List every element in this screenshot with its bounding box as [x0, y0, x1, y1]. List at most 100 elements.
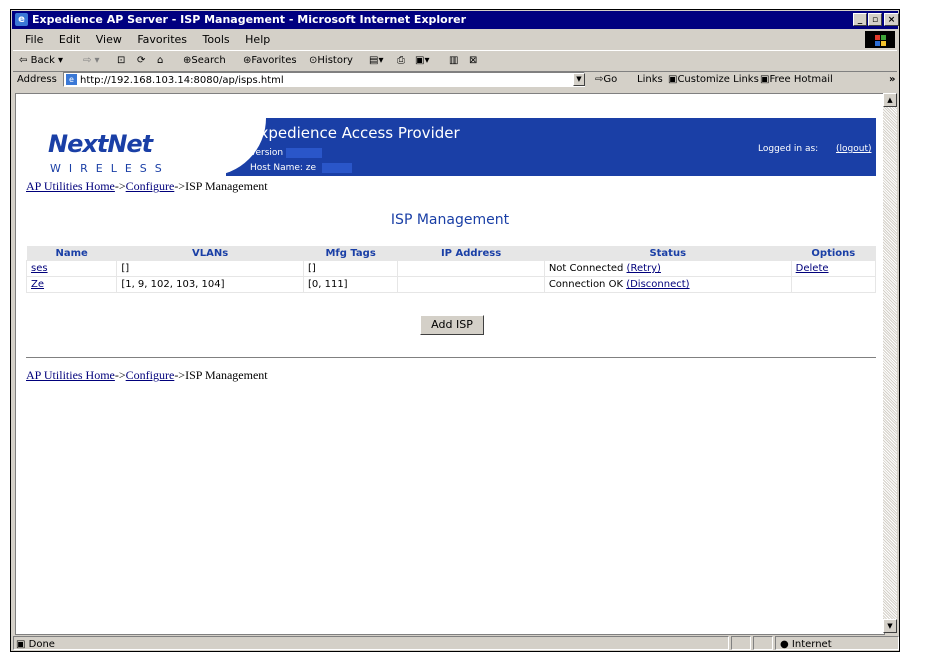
cell-vlans: [1, 9, 102, 103, 104]: [116, 276, 304, 293]
chevron-right-icon[interactable]: »: [889, 71, 895, 89]
discuss-icon[interactable]: ▥: [449, 51, 458, 71]
logo: NextNet WIRELESS: [26, 118, 226, 176]
menu-bar: File Edit View Favorites Tools Help: [13, 31, 897, 48]
links-label[interactable]: Links: [637, 71, 663, 89]
header-options: Options: [791, 246, 876, 261]
search-button[interactable]: ⊕Search: [183, 51, 226, 71]
status-panel: [731, 636, 751, 650]
breadcrumb-current: ->ISP Management: [174, 368, 268, 382]
status-text: Not Connected: [548, 263, 624, 274]
isp-name-link[interactable]: ses: [31, 263, 48, 274]
breadcrumb-configure-link[interactable]: Configure: [126, 179, 175, 193]
add-isp-button[interactable]: Add ISP: [420, 315, 484, 335]
go-label: Go: [603, 74, 618, 85]
version-value: [286, 148, 322, 158]
menu-tools[interactable]: Tools: [203, 33, 230, 46]
version-label: Version: [250, 148, 284, 158]
toolbar: ⇦ Back ▾ ⇨ ▾ ⊡ ⟳ ⌂ ⊕Search ⊛Favorites ⊙H…: [13, 50, 897, 72]
breadcrumb-home-link[interactable]: AP Utilities Home: [26, 179, 115, 193]
menu-view[interactable]: View: [96, 33, 122, 46]
divider: [26, 357, 876, 359]
refresh-icon[interactable]: ⟳: [137, 51, 145, 71]
address-bar: Address e http://192.168.103.14:8080/ap/…: [13, 71, 897, 89]
status-panel: [753, 636, 773, 650]
messenger-icon[interactable]: ⊠: [469, 51, 477, 71]
go-button[interactable]: ⇨Go: [595, 71, 617, 89]
edit-icon[interactable]: ▣▾: [415, 51, 429, 71]
cell-status: Connection OK (Disconnect): [543, 276, 792, 293]
minimize-button[interactable]: _: [853, 13, 867, 26]
search-label: Search: [191, 55, 226, 66]
banner: NextNet WIRELESS Expedience Access Provi…: [26, 118, 876, 176]
header-mfg-tags: Mfg Tags: [303, 246, 398, 261]
logo-sub: WIRELESS: [50, 162, 170, 175]
header-vlans: VLANs: [116, 246, 304, 261]
breadcrumb-current: ->ISP Management: [174, 179, 268, 193]
print-icon[interactable]: ⎙: [397, 51, 405, 71]
status-zone: ● Internet: [775, 636, 899, 650]
mail-icon[interactable]: ▤▾: [369, 51, 383, 71]
link-hotmail-label: Free Hotmail: [769, 74, 833, 85]
isp-name-link[interactable]: Ze: [31, 279, 44, 290]
scroll-down-icon[interactable]: ▼: [883, 619, 897, 633]
favorites-button[interactable]: ⊛Favorites: [243, 51, 297, 71]
title-bar: e Expedience AP Server - ISP Management …: [12, 11, 899, 29]
maximize-button[interactable]: ▫: [868, 13, 882, 26]
zone-label: Internet: [791, 639, 832, 650]
scroll-up-icon[interactable]: ▲: [883, 93, 897, 107]
cell-vlans: []: [116, 260, 304, 277]
breadcrumb: AP Utilities Home->Configure->ISP Manage…: [26, 179, 268, 194]
stop-icon[interactable]: ⊡: [117, 51, 125, 71]
browser-window: e Expedience AP Server - ISP Management …: [10, 9, 900, 652]
host-name: Host Name: ze: [250, 163, 317, 173]
history-button[interactable]: ⊙History: [309, 51, 353, 71]
address-input[interactable]: e http://192.168.103.14:8080/ap/isps.htm…: [63, 72, 585, 87]
page-icon: ▣: [16, 639, 26, 650]
status-panel-main: ▣ Done: [13, 636, 729, 650]
isp-table: Name VLANs Mfg Tags IP Address Status Op…: [25, 246, 877, 293]
address-label: Address: [17, 74, 57, 85]
disconnect-link[interactable]: (Disconnect): [626, 279, 689, 290]
window-title: Expedience AP Server - ISP Management - …: [32, 13, 467, 26]
close-button[interactable]: ×: [884, 13, 899, 26]
address-dropdown-icon[interactable]: ▼: [573, 73, 585, 86]
header-name: Name: [26, 246, 117, 261]
logged-in-label: Logged in as:: [758, 144, 819, 154]
cell-name: ses: [25, 260, 118, 277]
breadcrumb-home-link[interactable]: AP Utilities Home: [26, 368, 115, 382]
status-text: Connection OK: [548, 279, 624, 290]
header-status: Status: [544, 246, 792, 261]
cell-status: Not Connected (Retry): [543, 260, 792, 277]
back-button[interactable]: ⇦ Back ▾: [19, 51, 63, 71]
page-icon: e: [66, 74, 77, 85]
status-text: Done: [28, 639, 55, 650]
table-row: Ze [1, 9, 102, 103, 104] [0, 111] Connec…: [25, 276, 877, 293]
forward-button[interactable]: ⇨ ▾: [83, 51, 100, 71]
menu-help[interactable]: Help: [245, 33, 270, 46]
cell-name: Ze: [25, 276, 118, 293]
vertical-scrollbar[interactable]: ▲ ▼: [883, 93, 897, 633]
link-customize[interactable]: ▣Customize Links: [668, 71, 759, 89]
back-arrow-icon: ⇦: [19, 55, 28, 66]
menu-file[interactable]: File: [25, 33, 43, 46]
table-header-row: Name VLANs Mfg Tags IP Address Status Op…: [26, 246, 876, 261]
menu-favorites[interactable]: Favorites: [137, 33, 187, 46]
cell-ip-address: [397, 276, 545, 293]
cell-mfg-tags: [0, 111]: [302, 276, 399, 293]
address-url: http://192.168.103.14:8080/ap/isps.html: [80, 75, 284, 86]
favorites-label: Favorites: [251, 55, 297, 66]
menu-edit[interactable]: Edit: [59, 33, 80, 46]
breadcrumb-bottom: AP Utilities Home->Configure->ISP Manage…: [26, 368, 268, 383]
breadcrumb-separator: ->: [114, 179, 126, 193]
windows-logo-icon: [865, 31, 895, 48]
breadcrumb-separator: ->: [114, 368, 126, 382]
delete-link[interactable]: Delete: [796, 263, 829, 274]
cell-mfg-tags: []: [302, 260, 399, 277]
header-ip-address: IP Address: [397, 246, 545, 261]
banner-title: Expedience Access Provider: [250, 124, 460, 142]
breadcrumb-configure-link[interactable]: Configure: [126, 368, 175, 382]
link-hotmail[interactable]: ▣Free Hotmail: [760, 71, 833, 89]
retry-link[interactable]: (Retry): [627, 263, 661, 274]
home-icon[interactable]: ⌂: [157, 51, 163, 71]
logout-link[interactable]: (logout): [836, 144, 871, 154]
